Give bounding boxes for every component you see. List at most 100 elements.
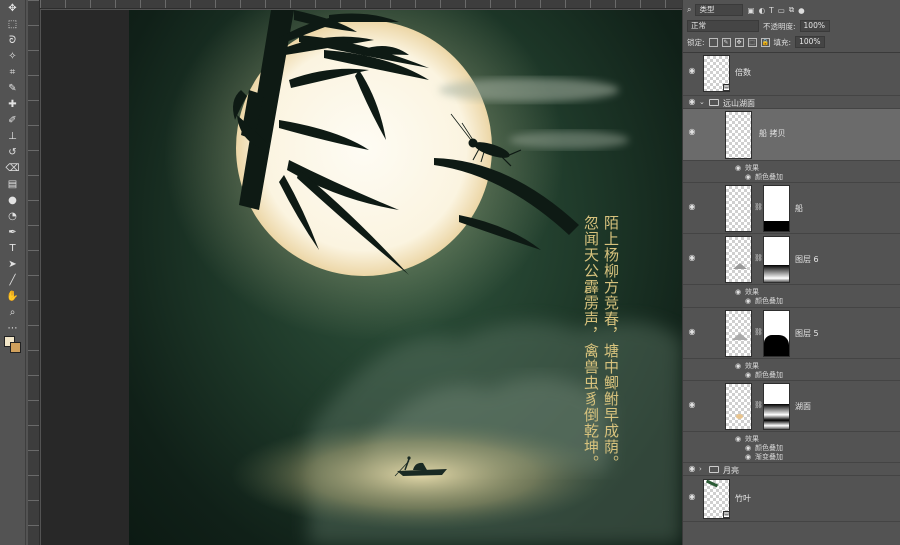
tools-panel: ✥ ⬚ ᘐ ✧ ⌗ ✎ ✚ ✐ ⊥ ↺ ⌫ ▤ ● ◔ ✒ T ➤ ╱ ✋ ⌕ ⋯ xyxy=(0,0,26,545)
group-name[interactable]: 远山湖面 xyxy=(723,98,755,109)
filter-image-icon[interactable]: ▣ xyxy=(747,6,754,15)
layer-name[interactable]: 图层 6 xyxy=(795,254,819,265)
folder-icon xyxy=(709,466,719,473)
poem-text: 陌上杨柳方竞春，塘中鲫鲋早成荫。 忽闻天公霹雳声，禽兽虫豸倒乾坤。 xyxy=(167,215,620,471)
effects-row[interactable]: ◉ 效果 xyxy=(735,163,759,172)
color-swatches[interactable] xyxy=(4,332,22,354)
clone-stamp-tool-icon[interactable]: ⊥ xyxy=(3,130,23,144)
path-selection-tool-icon[interactable]: ➤ xyxy=(3,258,23,272)
move-tool-icon[interactable]: ✥ xyxy=(3,2,23,16)
history-brush-tool-icon[interactable]: ↺ xyxy=(3,146,23,160)
color-overlay-row[interactable]: ◉ 颜色叠加 xyxy=(745,172,783,181)
visibility-eye-icon[interactable]: ◉ xyxy=(687,254,697,262)
poem-line-2: 忽闻天公霹雳声，禽兽虫豸倒乾坤。 xyxy=(582,215,600,471)
color-overlay-row[interactable]: ◉ 颜色叠加 xyxy=(745,443,783,452)
crop-tool-icon[interactable]: ⌗ xyxy=(3,66,23,80)
group-row[interactable]: ◉ › 月亮 xyxy=(683,463,900,476)
visibility-eye-icon[interactable]: ◉ xyxy=(687,465,697,473)
chain-link-icon[interactable]: ⛓ xyxy=(754,254,763,262)
visibility-eye-icon[interactable]: ◉ xyxy=(687,401,697,409)
lock-all-icon[interactable]: 🔒 xyxy=(760,37,770,47)
layer-mask[interactable] xyxy=(763,383,790,430)
layer-thumbnail xyxy=(725,310,752,357)
filter-adjust-icon[interactable]: ◐ xyxy=(759,6,766,15)
hand-tool-icon[interactable]: ✋ xyxy=(3,290,23,304)
layer-row[interactable]: ◉ ⛓ 湖面 xyxy=(683,381,900,432)
pen-tool-icon[interactable]: ✒ xyxy=(3,226,23,240)
type-tool-icon[interactable]: T xyxy=(3,242,23,256)
layer-mask[interactable] xyxy=(763,185,790,232)
layer-row[interactable]: ◉ ⛓ 图层 6 xyxy=(683,234,900,285)
gradient-overlay-row[interactable]: ◉ 渐变叠加 xyxy=(745,452,783,461)
lock-paint-icon[interactable]: ✎ xyxy=(721,37,731,47)
layer-mask[interactable] xyxy=(763,310,790,357)
dodge-tool-icon[interactable]: ◔ xyxy=(3,210,23,224)
cloud xyxy=(439,78,619,102)
tool-list: ✥ ⬚ ᘐ ✧ ⌗ ✎ ✚ ✐ ⊥ ↺ ⌫ ▤ ● ◔ ✒ T ➤ ╱ ✋ ⌕ ⋯ xyxy=(0,2,25,336)
blend-mode-dropdown[interactable]: 正常 xyxy=(687,20,759,32)
group-row[interactable]: ◉ ⌄ 远山湖面 xyxy=(683,96,900,109)
filter-smart-icon[interactable]: ⧉ xyxy=(789,5,794,15)
layer-name[interactable]: 竹叶 xyxy=(735,493,751,504)
filter-shape-icon[interactable]: ▭ xyxy=(778,6,785,15)
chain-link-icon[interactable]: ⛓ xyxy=(754,401,763,409)
layer-mask[interactable] xyxy=(763,236,790,283)
zoom-tool-icon[interactable]: ⌕ xyxy=(3,306,23,320)
chevron-right-icon[interactable]: › xyxy=(699,465,702,473)
filter-toggle-icon[interactable]: ● xyxy=(798,6,805,15)
eraser-tool-icon[interactable]: ⌫ xyxy=(3,162,23,176)
visibility-eye-icon[interactable]: ◉ xyxy=(687,98,697,106)
marquee-tool-icon[interactable]: ⬚ xyxy=(3,18,23,32)
opacity-field[interactable]: 100% xyxy=(799,20,830,32)
layer-thumbnail xyxy=(725,383,752,430)
layer-name[interactable]: 船 xyxy=(795,203,803,214)
layer-row[interactable]: ◉ ⛓ 船 xyxy=(683,183,900,234)
layer-effects: ◉ 效果 ◉ 颜色叠加 xyxy=(683,161,900,183)
effects-row[interactable]: ◉ 效果 xyxy=(735,434,759,443)
fill-field[interactable]: 100% xyxy=(795,36,826,48)
visibility-eye-icon[interactable]: ◉ xyxy=(687,328,697,336)
chain-link-icon[interactable]: ⛓ xyxy=(754,203,763,211)
document-canvas[interactable]: 陌上杨柳方竞春，塘中鲫鲋早成荫。 忽闻天公霹雳声，禽兽虫豸倒乾坤。 xyxy=(129,10,682,545)
gradient-tool-icon[interactable]: ▤ xyxy=(3,178,23,192)
filter-type-icon[interactable]: T xyxy=(769,6,774,15)
cloud xyxy=(509,131,629,149)
fill-label: 填充: xyxy=(773,37,792,47)
lock-row: 锁定: ✎ ✥ ⬚ 🔒 填充: 100% xyxy=(683,34,900,50)
layer-name[interactable]: 湖面 xyxy=(795,401,811,412)
visibility-eye-icon[interactable]: ◉ xyxy=(687,67,697,75)
visibility-eye-icon[interactable]: ◉ xyxy=(687,128,697,136)
lock-move-icon[interactable]: ✥ xyxy=(734,37,744,47)
line-tool-icon[interactable]: ╱ xyxy=(3,274,23,288)
chevron-down-icon[interactable]: ⌄ xyxy=(699,98,705,106)
layer-row-selected[interactable]: ◉ 船 拷贝 xyxy=(683,109,900,161)
lasso-tool-icon[interactable]: ᘐ xyxy=(3,34,23,48)
layer-row[interactable]: ◉ ▤ 竹叶 xyxy=(683,476,900,522)
color-overlay-row[interactable]: ◉ 颜色叠加 xyxy=(745,296,783,305)
layer-row[interactable]: ◉ ▤ 倍数 xyxy=(683,53,900,96)
layer-effects: ◉ 效果 ◉ 颜色叠加 xyxy=(683,359,900,381)
visibility-eye-icon[interactable]: ◉ xyxy=(687,203,697,211)
layer-effects: ◉ 效果 ◉ 颜色叠加 xyxy=(683,285,900,308)
healing-brush-tool-icon[interactable]: ✚ xyxy=(3,98,23,112)
effects-row[interactable]: ◉ 效果 xyxy=(735,287,759,296)
layer-name[interactable]: 倍数 xyxy=(735,67,751,78)
layer-name[interactable]: 图层 5 xyxy=(795,328,819,339)
brush-tool-icon[interactable]: ✐ xyxy=(3,114,23,128)
layer-row[interactable]: ◉ ⛓ 图层 5 xyxy=(683,308,900,359)
blend-row: 正常 不透明度: 100% xyxy=(683,18,900,34)
layer-thumbnail xyxy=(725,111,752,159)
eyedropper-tool-icon[interactable]: ✎ xyxy=(3,82,23,96)
effects-row[interactable]: ◉ 效果 xyxy=(735,361,759,370)
lock-transparent-icon[interactable] xyxy=(708,37,718,47)
lock-artboard-icon[interactable]: ⬚ xyxy=(747,37,757,47)
layer-name[interactable]: 船 拷贝 xyxy=(759,128,786,139)
visibility-eye-icon[interactable]: ◉ xyxy=(687,493,697,501)
color-overlay-row[interactable]: ◉ 颜色叠加 xyxy=(745,370,783,379)
group-name[interactable]: 月亮 xyxy=(723,465,739,476)
chain-link-icon[interactable]: ⛓ xyxy=(754,328,763,336)
filter-kind-dropdown[interactable]: 类型 xyxy=(695,4,744,16)
magic-wand-tool-icon[interactable]: ✧ xyxy=(3,50,23,64)
blur-tool-icon[interactable]: ● xyxy=(3,194,23,208)
background-color-swatch[interactable] xyxy=(10,342,21,353)
